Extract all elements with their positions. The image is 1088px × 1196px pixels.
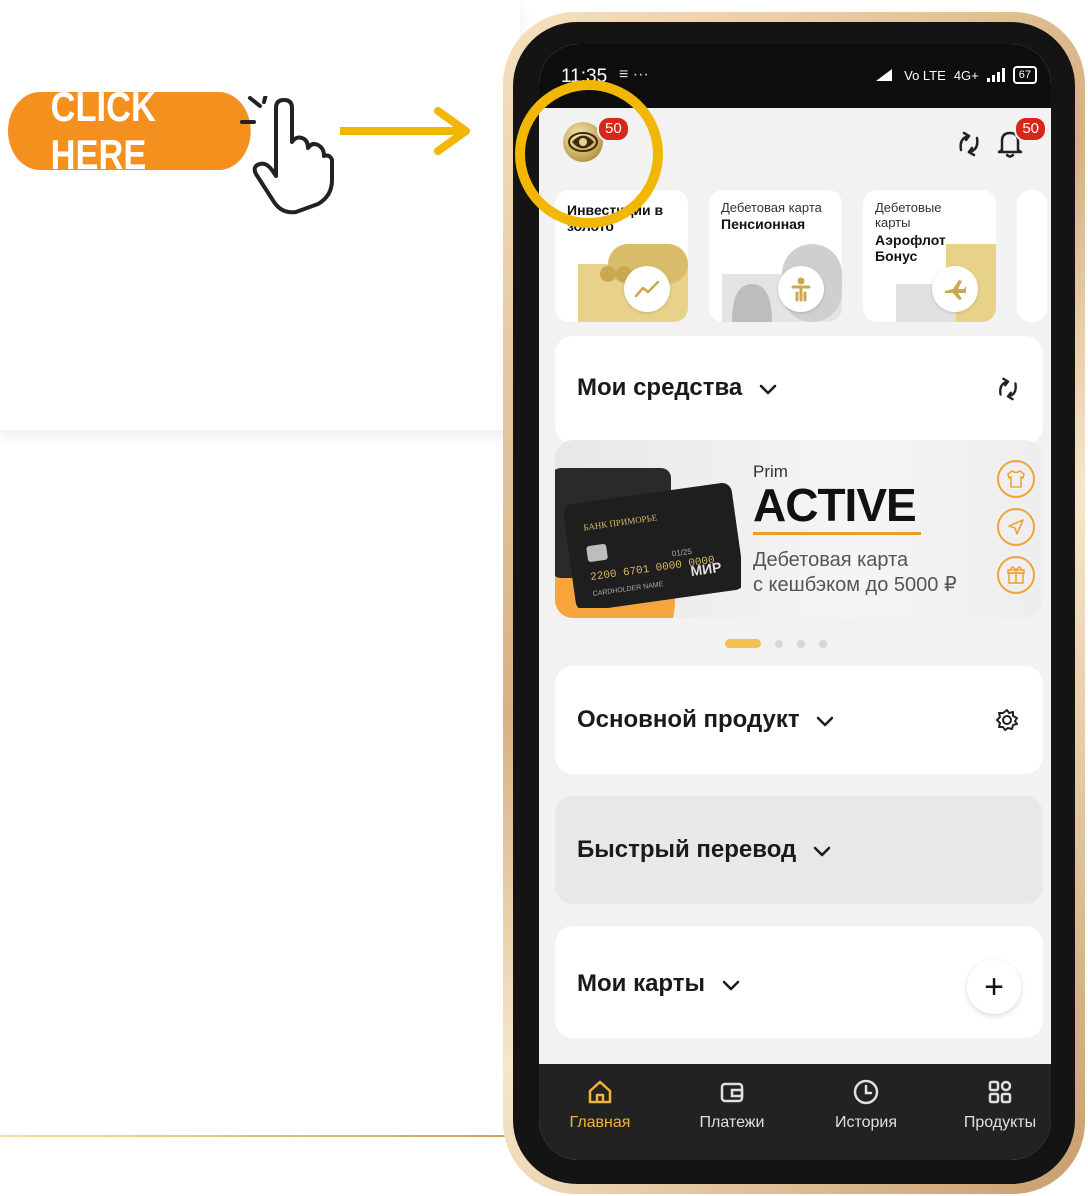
nav-products[interactable]: Продукты [945,1078,1051,1132]
my-funds-label: Мои средства [577,374,743,401]
notification-icons: ≡ ··· [619,66,649,83]
chevron-down-icon [722,980,739,990]
battery-indicator: 67 [1012,66,1037,84]
quick-transfer-card[interactable]: Быстрый перевод [555,796,1043,904]
send-icon [997,508,1035,546]
quick-transfer-title[interactable]: Быстрый перевод [577,836,831,864]
bell-notification-badge: 50 [1014,116,1047,142]
banner-title: ACTIVE [753,479,917,531]
phone-bezel: 11:35 ≡ ··· Vo LTE 4G+ 67 50 50 Инвестиц… [513,22,1075,1184]
phone-frame: 11:35 ≡ ··· Vo LTE 4G+ 67 50 50 Инвестиц… [503,12,1085,1194]
main-product-title[interactable]: Основной продукт [577,706,834,734]
stories-carousel: Инвестиции в золото Дебетовая карта Пенс… [555,190,1051,322]
home-icon [588,1080,612,1104]
story-partial[interactable] [1017,190,1047,322]
refresh-icon[interactable] [995,376,1021,402]
nav-products-label: Продукты [963,1114,1037,1131]
promo-banner-prim-active[interactable]: БАНК ПРИМОРЬЕ 2200 6701 0000 0000 01/25 … [555,440,1043,618]
story-caption: Дебетовые карты [875,200,942,230]
banner-icon-column [997,460,1035,594]
add-card-button[interactable]: + [967,960,1021,1014]
app-header: 50 50 [539,108,1051,178]
story-aeroflot-card[interactable]: Дебетовые карты Аэрофлот Бонус [863,190,996,322]
status-bar: 11:35 ≡ ··· Vo LTE 4G+ 67 [539,44,1051,108]
nav-payments[interactable]: Платежи [677,1078,787,1132]
volte-label: Vo LTE [904,67,946,83]
story-title: Пенсионная [721,216,806,232]
app-screen: 11:35 ≡ ··· Vo LTE 4G+ 67 50 50 Инвестиц… [539,44,1051,1160]
signal-icon [986,68,1005,82]
bank-logo-icon [568,132,598,152]
person-icon [778,266,824,312]
banner-underline [753,532,921,535]
status-time: 11:35 [561,66,608,87]
chevron-down-icon [759,384,777,394]
my-funds-card[interactable]: Мои средства [555,336,1043,444]
quick-transfer-label: Быстрый перевод [577,836,797,863]
click-here-button[interactable]: CLICK HERE [8,83,251,178]
story-title: Инвестиции в золото [567,202,664,234]
banner-subtitle: Дебетовая карта с кешбэком до 5000 ₽ [753,548,957,598]
avatar-notification-badge: 50 [597,116,630,142]
click-here-label: CLICK HERE [50,83,156,178]
pointing-hand-icon [240,96,334,215]
sync-icon[interactable] [955,130,983,158]
shirt-icon [997,460,1035,498]
chevron-down-icon [813,846,831,856]
gift-icon [997,556,1035,594]
nav-home-label: Главная [569,1114,631,1131]
banner-subtitle-line1: Дебетовая карта [753,549,909,571]
nav-home[interactable]: Главная [545,1078,655,1132]
carousel-dots [725,639,827,648]
main-product-label: Основной продукт [577,706,800,733]
story-gold-investments[interactable]: Инвестиции в золото [555,190,688,322]
carousel-dot-active[interactable] [725,639,761,648]
carousel-dot[interactable] [797,639,805,648]
clock-icon [853,1079,879,1105]
my-funds-title[interactable]: Мои средства [577,374,777,402]
my-cards-card[interactable]: Мои карты + [555,926,1043,1038]
story-caption: Дебетовая карта [721,200,822,215]
status-icons: Vo LTE 4G+ 67 [874,66,1037,84]
my-cards-title[interactable]: Мои карты [577,970,740,998]
nav-payments-label: Платежи [699,1114,765,1131]
nav-history[interactable]: История [811,1078,921,1132]
grid-icon [988,1080,1012,1104]
arrow-right-icon [340,107,470,155]
wallet-icon [720,1082,744,1103]
chart-trend-icon [624,266,670,312]
bank-card-image: БАНК ПРИМОРЬЕ 2200 6701 0000 0000 01/25 … [555,468,741,608]
carousel-dot[interactable] [819,639,827,648]
network-label: 4G+ [953,67,979,83]
banner-subtitle-line2: с кешбэком до 5000 ₽ [753,574,957,596]
bottom-navigation: Главная Платежи История Продукты [539,1064,1051,1160]
my-cards-label: Мои карты [577,970,706,997]
gear-icon[interactable] [995,708,1019,732]
carousel-dot[interactable] [775,639,783,648]
wifi-call-icon [876,69,893,81]
chevron-down-icon [817,716,834,726]
story-pension-card[interactable]: Дебетовая карта Пенсионная [709,190,842,322]
gold-divider [0,1135,520,1137]
airplane-icon [932,266,978,312]
main-product-card[interactable]: Основной продукт [555,666,1043,774]
nav-history-label: История [834,1114,898,1131]
